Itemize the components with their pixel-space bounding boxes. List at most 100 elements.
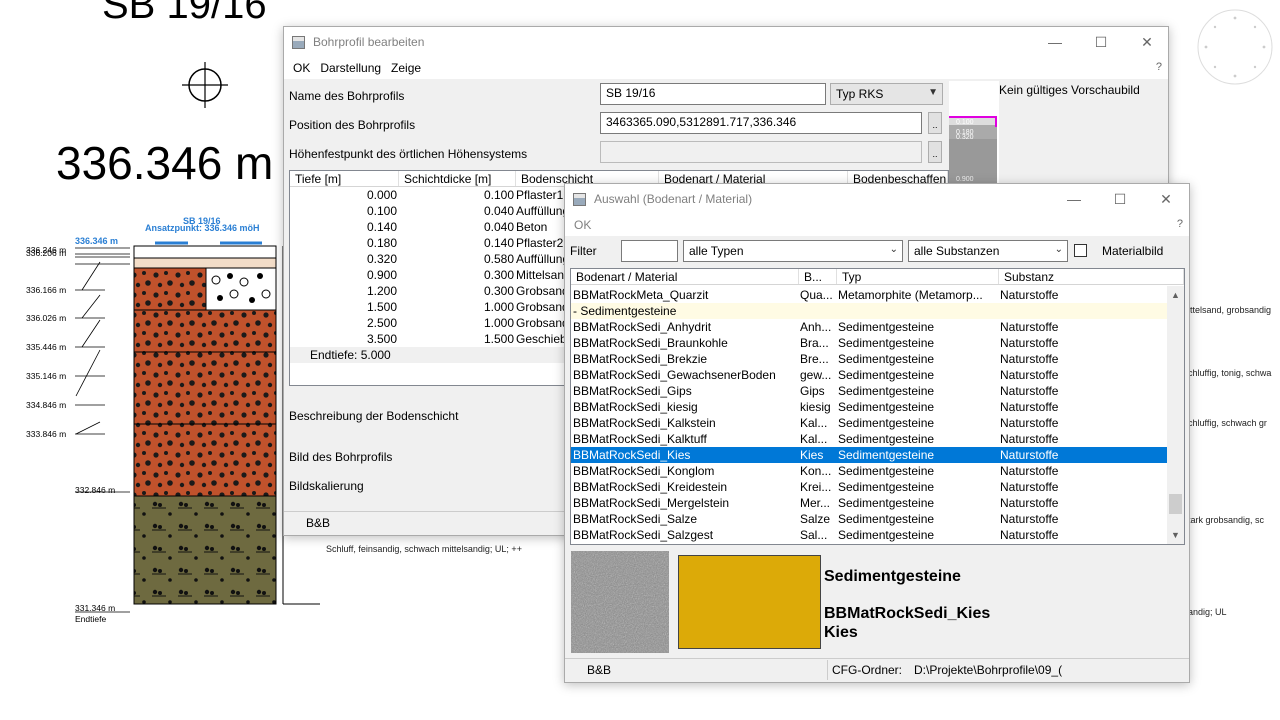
menu-darstellung[interactable]: Darstellung [315,61,386,75]
chevron-down-icon: ▼ [928,87,938,98]
minimize-button[interactable]: — [1051,184,1097,214]
col-header-thickness[interactable]: Schichtdicke [m] [399,171,516,186]
maximize-button[interactable]: ☐ [1097,184,1143,214]
layer-desc-3: chluffig, schwach gr [1188,418,1267,428]
type-select[interactable]: Typ RKS ▼ [830,83,943,105]
close-button[interactable]: ✕ [1143,184,1189,214]
cell-substance: Naturstoffe [1000,512,1059,526]
preview-short: Kies [824,624,858,641]
material-list-scrollbar[interactable]: ▲ ▼ [1167,286,1184,544]
col-header-depth[interactable]: Tiefe [m] [290,171,399,186]
cell-type: Sedimentgesteine [838,416,935,430]
scroll-down-icon[interactable]: ▼ [1167,527,1184,543]
cell-name: BBMatRockSedi_Salzgest [573,528,714,542]
maximize-button[interactable]: ☐ [1078,27,1124,57]
cell-substance: Naturstoffe [1000,480,1059,494]
col-header-substance[interactable]: Substanz [999,269,1184,284]
cell-substance: Naturstoffe [1000,496,1059,510]
cell-name: BBMatRockSedi_Kalkstein [573,416,716,430]
cell-depth: 0.100 [366,204,397,218]
help-menu[interactable]: ? [1177,218,1183,230]
scroll-up-icon[interactable]: ▲ [1167,287,1184,303]
window-app-icon [573,192,586,206]
cell-name: BBMatRockMeta_Quarzit [573,288,709,302]
list-item[interactable]: BBMatRockSedi_Brekzie Bre... Sedimentgeste… [571,351,1168,367]
col-header-short[interactable]: B... [799,269,837,284]
minimize-icon: — [1048,34,1062,50]
name-input[interactable]: SB 19/16 [600,83,826,105]
cell-name: BBMatRockSedi_Braunkohle [573,336,728,350]
auswahl-window: Auswahl (Bodenart / Material) — ☐ ✕ OK ?… [564,183,1190,683]
cell-depth: 3.500 [366,332,397,346]
image-label: Bild des Bohrprofils [289,450,393,464]
name-label: Name des Bohrprofils [289,89,405,103]
cell-type: Sedimentgesteine [838,336,935,350]
list-item[interactable]: BBMatRockSedi_Kies Kies Sedimentgesteine Na… [571,447,1168,463]
materialbild-checkbox[interactable] [1074,244,1087,257]
window-app-icon [292,35,305,49]
layer-desc-1: ittelsand, grobsandig [1188,305,1272,315]
menu-zeige[interactable]: Zeige [386,61,426,75]
cell-short: Kon... [800,464,832,478]
bohrprofil-window-title: Bohrprofil bearbeiten [313,35,425,49]
cell-thickness: 1.000 [483,300,514,314]
cell-type: Sedimentgesteine [838,464,935,478]
preview-type: Sedimentgesteine [824,568,961,585]
list-item[interactable]: BBMatRockMeta_Quarzit Qua... Metamorphite … [571,287,1168,303]
list-item[interactable]: BBMatRockSedi_Braunkohle Bra... Sedimentge… [571,335,1168,351]
types-select-value: alle Typen [689,244,744,258]
cell-short: Gips [800,384,825,398]
close-icon: ✕ [1141,33,1153,50]
minimize-button[interactable]: — [1032,27,1078,57]
material-list[interactable]: Bodenart / Material B... Typ Substanz BB… [570,268,1185,545]
maximize-icon: ☐ [1094,33,1108,50]
list-item[interactable]: BBMatRockSedi_Kalktuff Kal... Sedimentgest… [571,431,1168,447]
position-browse-button[interactable]: .. [928,112,942,134]
col-header-type[interactable]: Typ [837,269,999,284]
auswahl-titlebar[interactable]: Auswahl (Bodenart / Material) — ☐ ✕ [565,184,1189,214]
group-row[interactable]: - Sedimentgesteine [571,303,1168,319]
list-item[interactable]: BBMatRockSedi_kiesig kiesig Sedimentgestei… [571,399,1168,415]
substances-select[interactable]: alle Substanzen ⌄ [908,240,1068,262]
list-item[interactable]: BBMatRockSedi_Gips Gips Sedimentgesteine Na… [571,383,1168,399]
list-item[interactable]: BBMatRockSedi_Salze Salze Sedimentgesteine… [571,511,1168,527]
hoehen-browse-button[interactable]: .. [928,141,942,163]
cell-name: BBMatRockSedi_Brekzie [573,352,708,366]
chevron-down-icon: ⌄ [1054,244,1063,255]
drawing-elevation: 336.346 m [56,137,274,189]
cell-thickness: 0.140 [483,236,514,250]
cell-type: Sedimentgesteine [838,528,935,542]
cell-thickness: 0.040 [483,220,514,234]
auswahl-statusbar: B&B CFG-Ordner: D:\Projekte\Bohrprofile\… [565,658,1189,682]
list-item[interactable]: BBMatRockSedi_Mergelstein Mer... Sedimentg… [571,495,1168,511]
position-input[interactable]: 3463365.090,5312891.717,336.346 [600,112,922,134]
filter-row: Filter alle Typen ⌄ alle Substanzen ⌄ Ma… [565,240,1189,264]
types-select[interactable]: alle Typen ⌄ [683,240,903,262]
depth-label-7: 334.846 m [26,400,66,410]
cell-name: BBMatRockSedi_Mergelstein [573,496,730,510]
depth-label-3: 336.166 m [26,285,66,295]
list-item[interactable]: BBMatRockSedi_Konglom Kon... Sedimentgeste… [571,463,1168,479]
scroll-thumb[interactable] [1169,494,1182,514]
menu-ok[interactable]: OK [288,61,315,75]
cell-short: gew... [800,368,832,382]
cell-name: BBMatRockSedi_Salze [573,512,698,526]
cell-substance: Naturstoffe [1000,432,1059,446]
filter-input[interactable] [621,240,678,262]
list-item[interactable]: BBMatRockSedi_Kalkstein Kal... Sedimentges… [571,415,1168,431]
hoehen-input[interactable] [600,141,922,163]
col-header-material[interactable]: Bodenart / Material [571,269,799,284]
list-item[interactable]: BBMatRockSedi_Salzgest Sal... Sedimentgest… [571,527,1168,543]
cell-depth: 0.000 [366,188,397,202]
material-texture-image [571,551,669,653]
help-menu[interactable]: ? [1156,61,1162,73]
bohrprofil-titlebar[interactable]: Bohrprofil bearbeiten — ☐ ✕ [284,27,1168,57]
menu-ok[interactable]: OK [569,218,596,232]
depth-label-6: 335.146 m [26,371,66,381]
list-item[interactable]: BBMatRockSedi_GewachsenerBoden gew... Sedi… [571,367,1168,383]
depth-label-4: 336.026 m [26,313,66,323]
close-button[interactable]: ✕ [1124,27,1170,57]
list-item[interactable]: BBMatRockSedi_Anhydrit Anh... Sedimentgest… [571,319,1168,335]
list-item[interactable]: BBMatRockSedi_Kreidestein Krei... Sediment… [571,479,1168,495]
preview-mark-1: 0.100 [956,119,974,126]
